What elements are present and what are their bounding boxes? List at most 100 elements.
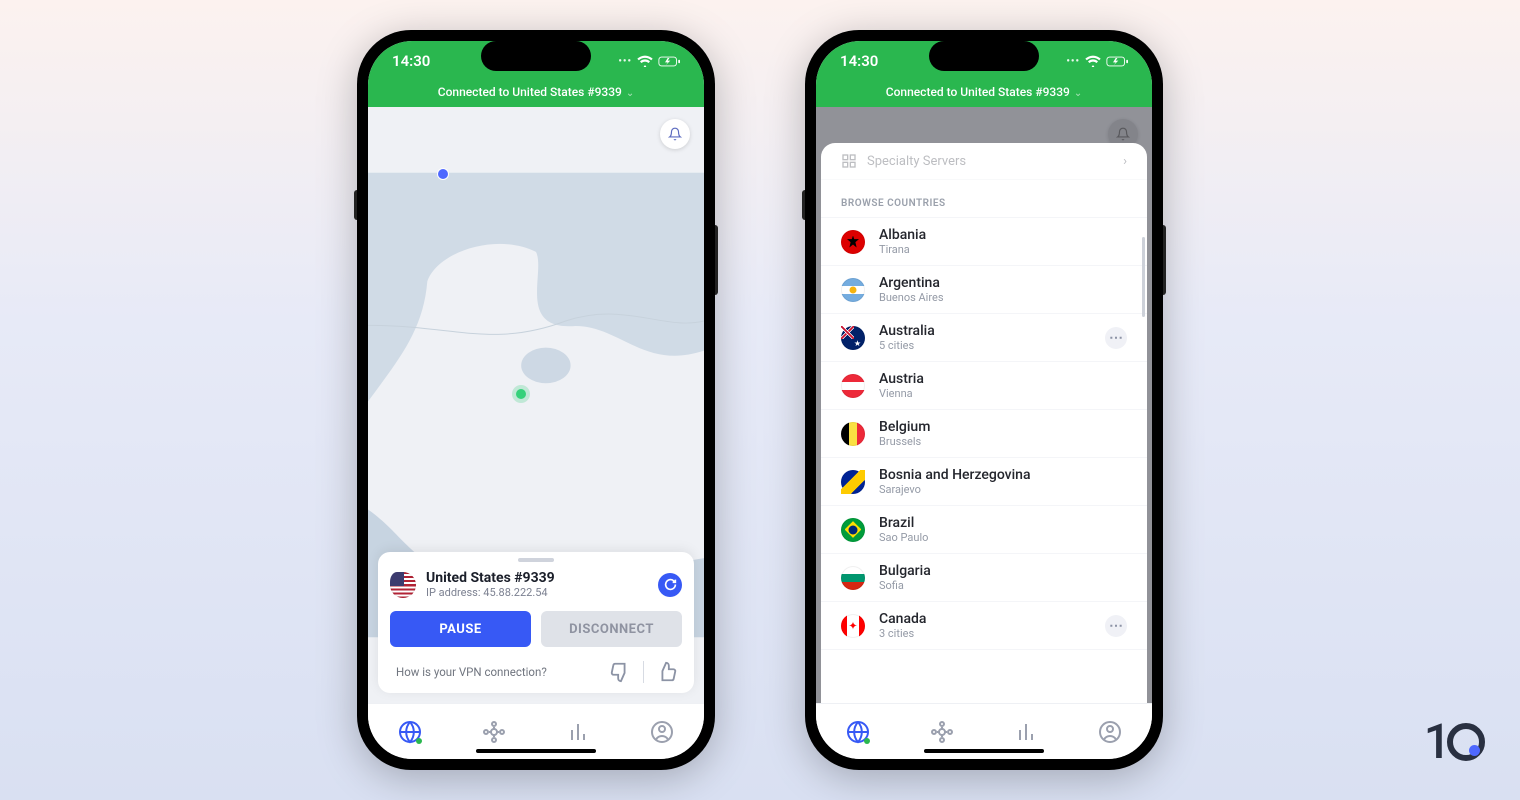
country-row[interactable]: AlbaniaTirana (821, 217, 1147, 266)
pause-button[interactable]: PAUSE (390, 611, 531, 647)
country-subtitle: Buenos Aires (879, 291, 944, 304)
status-time: 14:30 (840, 52, 878, 70)
home-indicator[interactable] (924, 749, 1044, 753)
country-row[interactable]: Australia5 cities⋯ (821, 314, 1147, 362)
tab-stats[interactable] (564, 718, 592, 746)
tab-profile[interactable] (1096, 718, 1124, 746)
phone-left: 14:30 ••• Connected to United States #93… (357, 30, 715, 770)
grid-icon (841, 153, 857, 169)
battery-icon (658, 56, 680, 67)
mesh-icon (930, 720, 954, 744)
country-name: Bosnia and Herzegovina (879, 467, 1031, 483)
country-row[interactable]: BrazilSao Paulo (821, 506, 1147, 554)
server-name: United States #9339 (426, 570, 555, 586)
tab-mesh[interactable] (480, 718, 508, 746)
feedback-question: How is your VPN connection? (396, 665, 597, 679)
thumbs-down-button[interactable] (609, 661, 631, 683)
bell-icon (668, 127, 682, 141)
country-list[interactable]: AlbaniaTiranaArgentinaBuenos AiresAustra… (821, 217, 1147, 650)
brand-watermark: 1 (1424, 713, 1485, 770)
ip-address: IP address: 45.88.222.54 (426, 586, 555, 599)
section-label: BROWSE COUNTRIES (821, 180, 1147, 217)
globe-icon (846, 720, 870, 744)
tab-profile[interactable] (648, 718, 676, 746)
drag-handle[interactable] (518, 558, 554, 562)
globe-icon (398, 720, 422, 744)
server-row[interactable]: United States #9339 IP address: 45.88.22… (390, 570, 682, 599)
country-subtitle: Vienna (879, 387, 924, 400)
country-name: Belgium (879, 419, 930, 435)
wifi-icon (637, 55, 653, 67)
country-name: Bulgaria (879, 563, 931, 579)
connection-status-text: Connected to United States #9339 (886, 85, 1070, 99)
flag-icon (841, 470, 865, 494)
flag-icon (841, 566, 865, 590)
connection-status-text: Connected to United States #9339 (438, 85, 622, 99)
disconnect-button[interactable]: DISCONNECT (541, 611, 682, 647)
connection-header[interactable]: Connected to United States #9339 ⌄ (368, 81, 704, 107)
feedback-row: How is your VPN connection? (390, 659, 682, 685)
divider (643, 661, 644, 683)
tab-map[interactable] (396, 718, 424, 746)
status-time: 14:30 (392, 52, 430, 70)
country-row[interactable]: BelgiumBrussels (821, 410, 1147, 458)
refresh-button[interactable] (658, 573, 682, 597)
specialty-servers-row[interactable]: Specialty Servers › (821, 143, 1147, 180)
screen-right: 14:30 ••• Connected to United States #93… (816, 41, 1152, 759)
country-subtitle: Sarajevo (879, 483, 1031, 496)
status-indicators: ••• (1066, 55, 1128, 67)
status-indicators: ••• (618, 55, 680, 67)
country-sheet: Specialty Servers › BROWSE COUNTRIES Alb… (821, 143, 1147, 703)
country-subtitle: Brussels (879, 435, 930, 448)
country-row[interactable]: AustriaVienna (821, 362, 1147, 410)
map-view-dimmed: Specialty Servers › BROWSE COUNTRIES Alb… (816, 107, 1152, 703)
dots-icon: ••• (618, 56, 632, 67)
button-row: PAUSE DISCONNECT (390, 611, 682, 647)
home-indicator[interactable] (476, 749, 596, 753)
tab-mesh[interactable] (928, 718, 956, 746)
us-flag-icon (390, 572, 416, 598)
phone-right: 14:30 ••• Connected to United States #93… (805, 30, 1163, 770)
scrollbar[interactable] (1142, 237, 1145, 317)
country-row[interactable]: ArgentinaBuenos Aires (821, 266, 1147, 314)
mesh-icon (482, 720, 506, 744)
country-name: Argentina (879, 275, 944, 291)
country-name: Canada (879, 611, 926, 627)
chevron-right-icon: › (1123, 154, 1127, 169)
flag-icon (841, 326, 865, 350)
country-name: Austria (879, 371, 924, 387)
bell-icon (1116, 127, 1130, 141)
flag-icon (841, 374, 865, 398)
flag-icon (841, 230, 865, 254)
country-row[interactable]: Canada3 cities ⋯ (821, 602, 1147, 650)
country-row[interactable]: BulgariaSofia (821, 554, 1147, 602)
thumbs-up-button[interactable] (656, 661, 678, 683)
flag-icon (841, 614, 865, 638)
connection-header[interactable]: Connected to United States #9339 ⌄ (816, 81, 1152, 107)
tab-map[interactable] (844, 718, 872, 746)
country-name: Brazil (879, 515, 928, 531)
chevron-down-icon: ⌄ (626, 88, 634, 99)
stats-icon (1014, 720, 1038, 744)
brand-o-icon (1447, 723, 1485, 761)
map-view[interactable]: United States #9339 IP address: 45.88.22… (368, 107, 704, 703)
specialty-label: Specialty Servers (867, 154, 966, 169)
flag-icon (841, 518, 865, 542)
map-pin-current[interactable] (516, 389, 526, 399)
more-button[interactable]: ⋯ (1105, 615, 1127, 637)
flag-icon (841, 422, 865, 446)
country-row[interactable]: Bosnia and HerzegovinaSarajevo (821, 458, 1147, 506)
stats-icon (566, 720, 590, 744)
notch (481, 41, 591, 71)
connection-card: United States #9339 IP address: 45.88.22… (378, 552, 694, 693)
profile-icon (1098, 720, 1122, 744)
map-pin-secondary[interactable] (438, 169, 448, 179)
country-subtitle: 3 cities (879, 627, 926, 640)
country-name: Albania (879, 227, 926, 243)
country-name: Australia (879, 323, 935, 339)
tab-stats[interactable] (1012, 718, 1040, 746)
more-button[interactable]: ⋯ (1105, 327, 1127, 349)
notifications-button[interactable] (660, 119, 690, 149)
country-subtitle: Tirana (879, 243, 926, 256)
chevron-down-icon: ⌄ (1074, 88, 1082, 99)
